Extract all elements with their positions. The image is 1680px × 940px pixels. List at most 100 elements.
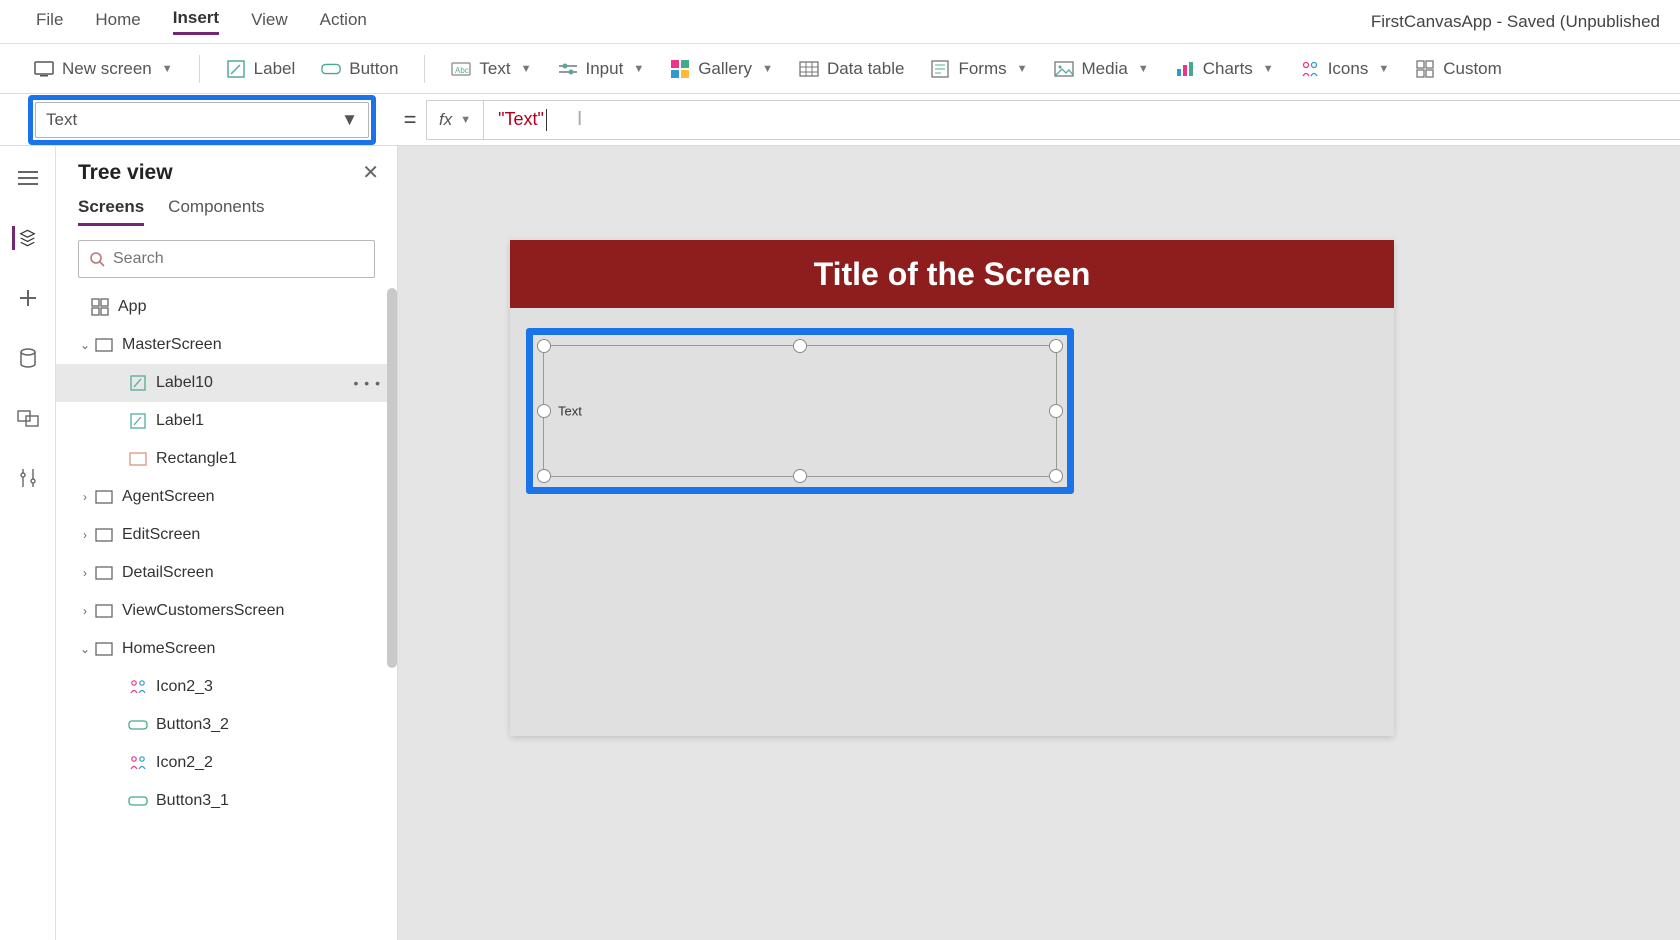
tree-node-icon2_3[interactable]: Icon2_3 [56, 668, 397, 706]
charts-icon [1175, 59, 1195, 79]
expand-toggle-icon[interactable]: ⌄ [76, 642, 94, 656]
resize-handle[interactable] [793, 339, 807, 353]
canvas-area[interactable]: Title of the Screen Text [398, 146, 1680, 940]
chevron-down-icon: ▼ [341, 110, 358, 130]
fx-button[interactable]: fx ▼ [426, 100, 484, 140]
rail-advanced-icon[interactable] [16, 466, 40, 490]
screen-icon [94, 601, 114, 621]
menu-file[interactable]: File [36, 10, 63, 34]
property-selector[interactable]: Text ▼ [35, 102, 369, 138]
main-area: Tree view ✕ Screens Components App⌄Maste… [0, 146, 1680, 940]
search-input[interactable] [113, 250, 364, 268]
tree-node-button3_2[interactable]: Button3_2 [56, 706, 397, 744]
tree-node-app[interactable]: App [56, 288, 397, 326]
datatable-label: Data table [827, 59, 905, 79]
resize-handle[interactable] [1049, 339, 1063, 353]
tree-node-label: App [118, 298, 146, 316]
rail-media-icon[interactable] [16, 406, 40, 430]
chevron-down-icon: ▼ [633, 63, 644, 75]
tree-node-icon2_2[interactable]: Icon2_2 [56, 744, 397, 782]
charts-dropdown-label: Charts [1203, 59, 1253, 79]
media-dropdown-label: Media [1082, 59, 1128, 79]
chevron-down-icon: ▼ [1378, 63, 1389, 75]
selected-label-control[interactable]: Text [543, 345, 1057, 477]
resize-handle[interactable] [793, 469, 807, 483]
datatable-button[interactable]: Data table [799, 59, 905, 79]
icon-icon [128, 753, 148, 773]
screen-title-label[interactable]: Title of the Screen [510, 240, 1394, 308]
tree-node-label: Button3_1 [156, 792, 229, 810]
label-button[interactable]: Label [226, 59, 296, 79]
charts-dropdown[interactable]: Charts ▼ [1175, 59, 1274, 79]
expand-toggle-icon[interactable]: › [76, 490, 94, 504]
label-icon [128, 373, 148, 393]
menu-action[interactable]: Action [320, 10, 367, 34]
selected-control-highlight: Text [526, 328, 1074, 494]
new-screen-button[interactable]: New screen ▼ [34, 59, 173, 79]
ribbon: New screen ▼ Label Button Abc Text ▼ Inp… [0, 44, 1680, 94]
tree-node-agentscreen[interactable]: ›AgentScreen [56, 478, 397, 516]
screen-icon [94, 487, 114, 507]
expand-toggle-icon[interactable]: › [76, 528, 94, 542]
resize-handle[interactable] [537, 469, 551, 483]
menu-insert[interactable]: Insert [173, 8, 219, 35]
label-button-label: Label [254, 59, 296, 79]
rail-data-icon[interactable] [16, 346, 40, 370]
resize-handle[interactable] [537, 339, 551, 353]
tree-node-homescreen[interactable]: ⌄HomeScreen [56, 630, 397, 668]
custom-icon [1415, 59, 1435, 79]
tree-node-editscreen[interactable]: ›EditScreen [56, 516, 397, 554]
tree-node-label: Rectangle1 [156, 450, 237, 468]
close-icon[interactable]: ✕ [362, 160, 379, 185]
app-icon [90, 297, 110, 317]
menu-home[interactable]: Home [95, 10, 140, 34]
input-dropdown[interactable]: Input ▼ [558, 59, 645, 79]
expand-toggle-icon[interactable]: › [76, 566, 94, 580]
tree-node-viewcustomersscreen[interactable]: ›ViewCustomersScreen [56, 592, 397, 630]
tree-node-label: Icon2_2 [156, 754, 213, 772]
chevron-down-icon: ▼ [162, 63, 173, 75]
text-icon: Abc [451, 59, 471, 79]
tree-node-masterscreen[interactable]: ⌄ MasterScreen [56, 326, 397, 364]
gallery-dropdown[interactable]: Gallery ▼ [670, 59, 773, 79]
menu-view[interactable]: View [251, 10, 288, 34]
media-dropdown[interactable]: Media ▼ [1054, 59, 1149, 79]
expand-toggle-icon[interactable]: › [76, 604, 94, 618]
tree-node-label1[interactable]: Label1 [56, 402, 397, 440]
tree-node-label: DetailScreen [122, 564, 214, 582]
tree-node-label: Label1 [156, 412, 204, 430]
icons-dropdown[interactable]: Icons ▼ [1300, 59, 1390, 79]
expand-toggle-icon[interactable]: ⌄ [76, 338, 94, 352]
new-screen-label: New screen [62, 59, 152, 79]
separator [199, 55, 200, 83]
scrollbar[interactable] [387, 288, 397, 668]
tab-components[interactable]: Components [168, 197, 264, 226]
tree-node-button3_1[interactable]: Button3_1 [56, 782, 397, 820]
text-dropdown[interactable]: Abc Text ▼ [451, 59, 531, 79]
tree-node-label: MasterScreen [122, 336, 222, 354]
screen-canvas[interactable]: Title of the Screen Text [510, 240, 1394, 736]
tree-node-label10[interactable]: Label10• • • [56, 364, 397, 402]
icons-icon [1300, 59, 1320, 79]
media-icon [1054, 59, 1074, 79]
fx-label: fx [439, 110, 452, 130]
rail-add-icon[interactable] [16, 286, 40, 310]
forms-dropdown[interactable]: Forms ▼ [930, 59, 1027, 79]
formula-input[interactable]: "Text" I [484, 100, 1680, 140]
tree-node-detailscreen[interactable]: › DetailScreen [56, 554, 397, 592]
input-dropdown-label: Input [586, 59, 624, 79]
resize-handle[interactable] [1049, 404, 1063, 418]
tree-search[interactable] [78, 240, 375, 278]
resize-handle[interactable] [1049, 469, 1063, 483]
tab-screens[interactable]: Screens [78, 197, 144, 226]
custom-dropdown[interactable]: Custom [1415, 59, 1502, 79]
rail-treeview-icon[interactable] [12, 226, 36, 250]
button-button-label: Button [349, 59, 398, 79]
tree-node-rectangle1[interactable]: Rectangle1 [56, 440, 397, 478]
chevron-down-icon: ▼ [460, 114, 471, 126]
chevron-down-icon: ▼ [1138, 63, 1149, 75]
button-button[interactable]: Button [321, 59, 398, 79]
rail-hamburger-icon[interactable] [16, 166, 40, 190]
node-more-icon[interactable]: • • • [348, 375, 387, 391]
resize-handle[interactable] [537, 404, 551, 418]
